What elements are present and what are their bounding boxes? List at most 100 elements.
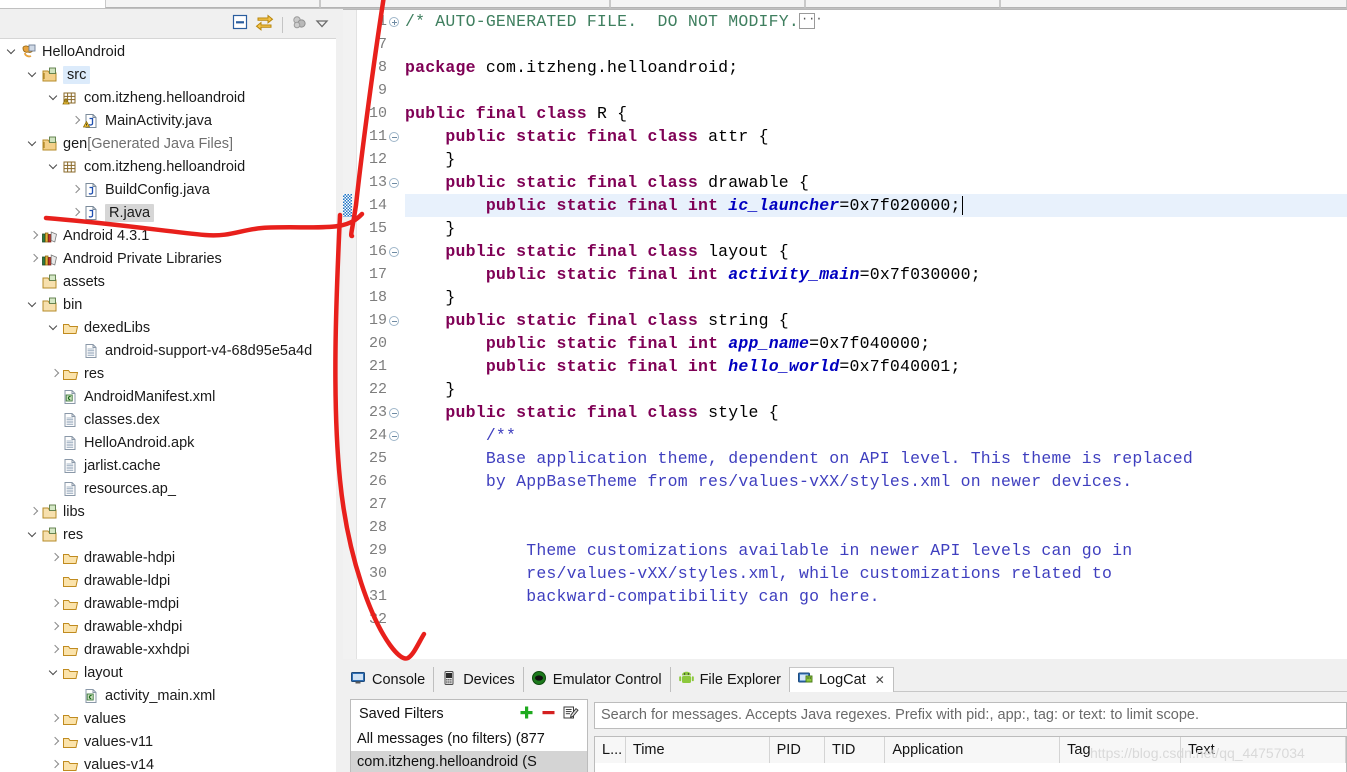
- code-line[interactable]: [405, 493, 1347, 516]
- chevron-right-icon[interactable]: [48, 620, 62, 634]
- chevron-right-icon[interactable]: [48, 712, 62, 726]
- tree-item[interactable]: MainActivity.java: [0, 109, 336, 132]
- code-line[interactable]: Theme customizations available in newer …: [405, 539, 1347, 562]
- chevron-down-icon[interactable]: [27, 528, 41, 542]
- tree-item[interactable]: gen [Generated Java Files]: [0, 132, 336, 155]
- code-line[interactable]: public static final class layout {: [405, 240, 1347, 263]
- tree-item[interactable]: drawable-xxhdpi: [0, 638, 336, 661]
- code-editor-Rjava[interactable]: 1 7 8 9 10 11 12 13 14 15 16 17 18 19 20 21 22 23 24 25 26 27…: [343, 9, 1347, 659]
- tree-item[interactable]: com.itzheng.helloandroid: [0, 155, 336, 178]
- logcat-column-header[interactable]: Time: [626, 737, 770, 763]
- tree-item[interactable]: drawable-hdpi: [0, 546, 336, 569]
- code-line[interactable]: public static final int hello_world=0x7f…: [405, 355, 1347, 378]
- editor-tab-stub-4[interactable]: [805, 0, 1000, 8]
- code-line[interactable]: /**: [405, 424, 1347, 447]
- saved-filters-list[interactable]: All messages (no filters) (877 com.itzhen…: [351, 728, 587, 772]
- chevron-down-icon[interactable]: [6, 45, 20, 59]
- tree-item[interactable]: HelloAndroid.apk: [0, 431, 336, 454]
- code-line[interactable]: public static final class string {: [405, 309, 1347, 332]
- code-line[interactable]: public static final class attr {: [405, 125, 1347, 148]
- logcat-column-header[interactable]: L...: [595, 737, 626, 763]
- chevron-right-icon[interactable]: [48, 643, 62, 657]
- project-tree[interactable]: HelloAndroid src com.itzheng.helloandroid M…: [0, 40, 336, 772]
- chevron-down-icon[interactable]: [27, 298, 41, 312]
- code-line[interactable]: backward-compatibility can go here.: [405, 585, 1347, 608]
- chevron-right-icon[interactable]: [48, 597, 62, 611]
- code-line[interactable]: public static final int ic_launcher=0x7f…: [405, 194, 1347, 217]
- tree-item[interactable]: activity_main.xml: [0, 684, 336, 707]
- logcat-column-header[interactable]: Application: [885, 737, 1061, 763]
- tree-item[interactable]: classes.dex: [0, 408, 336, 431]
- fold-collapse-icon[interactable]: [389, 431, 399, 441]
- add-filter-icon[interactable]: [519, 705, 534, 724]
- tree-item[interactable]: assets: [0, 270, 336, 293]
- code-line[interactable]: /* AUTO-GENERATED FILE. DO NOT MODIFY.: [405, 10, 1347, 33]
- tree-item[interactable]: res: [0, 362, 336, 385]
- code-line[interactable]: [405, 608, 1347, 631]
- chevron-down-icon[interactable]: [48, 666, 62, 680]
- close-icon[interactable]: ✕: [875, 673, 885, 687]
- logcat-search-input[interactable]: Search for messages. Accepts Java regexe…: [594, 702, 1347, 729]
- chevron-right-icon[interactable]: [27, 505, 41, 519]
- tree-item[interactable]: com.itzheng.helloandroid: [0, 86, 336, 109]
- tree-item[interactable]: HelloAndroid: [0, 40, 336, 63]
- tree-item[interactable]: jarlist.cache: [0, 454, 336, 477]
- logcat-messages-table[interactable]: L... Time PID TID Application Tag Text: [594, 736, 1347, 772]
- tree-item[interactable]: R.java: [0, 201, 336, 224]
- tree-item[interactable]: libs: [0, 500, 336, 523]
- code-line[interactable]: package com.itzheng.helloandroid;: [405, 56, 1347, 79]
- chevron-down-icon[interactable]: [27, 137, 41, 151]
- edit-filter-icon[interactable]: [563, 705, 579, 724]
- code-line[interactable]: by AppBaseTheme from res/values-vXX/styl…: [405, 470, 1347, 493]
- saved-filter-item[interactable]: All messages (no filters) (877: [351, 728, 587, 751]
- remove-filter-icon[interactable]: [541, 705, 556, 724]
- tree-item[interactable]: android-support-v4-68d95e5a4d: [0, 339, 336, 362]
- chevron-down-icon[interactable]: [48, 160, 62, 174]
- fold-collapse-icon[interactable]: [389, 408, 399, 418]
- fold-expand-icon[interactable]: [389, 17, 399, 27]
- collapsed-fold-box[interactable]: [798, 10, 823, 31]
- tree-item[interactable]: values: [0, 707, 336, 730]
- logcat-column-header[interactable]: Tag: [1060, 737, 1181, 763]
- view-menu-icon[interactable]: [314, 15, 330, 36]
- tree-item[interactable]: drawable-ldpi: [0, 569, 336, 592]
- horizontal-sash[interactable]: [343, 659, 1347, 667]
- view-tab-emulator-control[interactable]: Emulator Control: [523, 667, 671, 692]
- chevron-right-icon[interactable]: [48, 367, 62, 381]
- code-line[interactable]: }: [405, 148, 1347, 171]
- link-with-editor-icon[interactable]: [255, 14, 274, 36]
- view-tab-file-explorer[interactable]: File Explorer: [670, 667, 790, 692]
- code-line[interactable]: [405, 79, 1347, 102]
- code-line[interactable]: [405, 33, 1347, 56]
- editor-tab-stub-1[interactable]: [105, 0, 320, 8]
- code-line[interactable]: public static final int activity_main=0x…: [405, 263, 1347, 286]
- tree-item[interactable]: drawable-xhdpi: [0, 615, 336, 638]
- view-menu-extra-icon[interactable]: [291, 14, 308, 36]
- chevron-right-icon[interactable]: [69, 183, 83, 197]
- fold-collapse-icon[interactable]: [389, 247, 399, 257]
- code-line[interactable]: public final class R {: [405, 102, 1347, 125]
- chevron-right-icon[interactable]: [27, 229, 41, 243]
- vertical-sash[interactable]: [336, 9, 343, 772]
- tree-item[interactable]: Android Private Libraries: [0, 247, 336, 270]
- code-line[interactable]: }: [405, 378, 1347, 401]
- code-line[interactable]: }: [405, 286, 1347, 309]
- logcat-column-header[interactable]: Text: [1181, 737, 1346, 763]
- chevron-down-icon[interactable]: [48, 91, 62, 105]
- tree-item[interactable]: AndroidManifest.xml: [0, 385, 336, 408]
- tree-item[interactable]: src: [0, 63, 336, 86]
- view-tab-logcat[interactable]: LogCat ✕: [789, 667, 894, 692]
- tree-item[interactable]: res: [0, 523, 336, 546]
- saved-filter-item[interactable]: com.itzheng.helloandroid (S: [351, 751, 587, 772]
- tree-item[interactable]: values-v14: [0, 753, 336, 772]
- chevron-right-icon[interactable]: [48, 735, 62, 749]
- editor-code-surface[interactable]: /* AUTO-GENERATED FILE. DO NOT MODIFY. pa…: [405, 10, 1347, 659]
- editor-gutter[interactable]: 1 7 8 9 10 11 12 13 14 15 16 17 18 19 20 21 22 23 24 25 26 27…: [343, 10, 405, 659]
- chevron-right-icon[interactable]: [69, 206, 83, 220]
- chevron-down-icon[interactable]: [27, 68, 41, 82]
- code-line[interactable]: Base application theme, dependent on API…: [405, 447, 1347, 470]
- tree-item[interactable]: layout: [0, 661, 336, 684]
- editor-tab-stub-3[interactable]: [610, 0, 805, 8]
- view-tab-bar[interactable]: Console Devices Emulator Control File Explo…: [343, 667, 894, 692]
- fold-collapse-icon[interactable]: [389, 132, 399, 142]
